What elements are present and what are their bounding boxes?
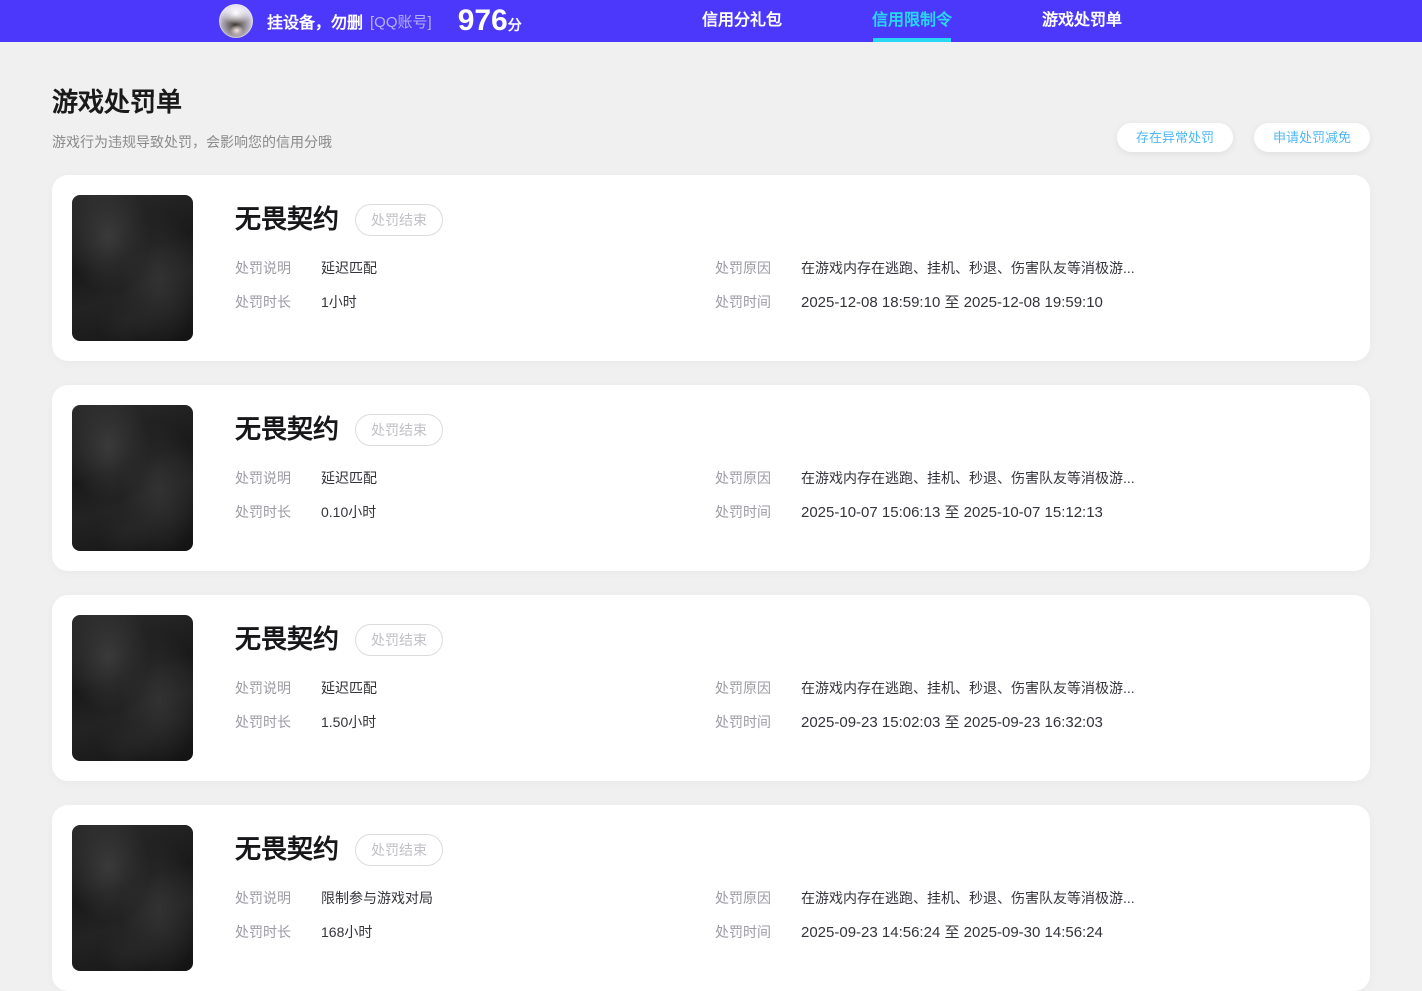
field-reason-value: 在游戏内存在逃跑、挂机、秒退、伤害队友等消极游... (801, 889, 1135, 908)
field-reason: 处罚原因 在游戏内存在逃跑、挂机、秒退、伤害队友等消极游... (715, 469, 1350, 488)
field-reason-label: 处罚原因 (715, 679, 801, 698)
field-time-value: 2025-09-23 14:56:24 至 2025-09-30 14:56:2… (801, 923, 1103, 942)
field-reason-label: 处罚原因 (715, 259, 801, 278)
status-badge: 处罚结束 (355, 414, 443, 446)
field-reason-value: 在游戏内存在逃跑、挂机、秒退、伤害队友等消极游... (801, 679, 1135, 698)
top-header: 挂设备，勿删 [QQ账号] 976分 信用分礼包 信用限制令 游戏处罚单 (0, 0, 1422, 42)
field-reason: 处罚原因 在游戏内存在逃跑、挂机、秒退、伤害队友等消极游... (715, 679, 1350, 698)
field-reason-label: 处罚原因 (715, 889, 801, 908)
card-title-row: 无畏契约 处罚结束 (235, 834, 1350, 866)
card-body: 无畏契约 处罚结束 处罚说明 延迟匹配 处罚原因 在游戏内存在逃跑、挂机、秒退、… (193, 195, 1350, 341)
tab-credit-gift[interactable]: 信用分礼包 (657, 0, 827, 42)
punishment-card: 无畏契约 处罚结束 处罚说明 限制参与游戏对局 处罚原因 在游戏内存在逃跑、挂机… (52, 805, 1370, 991)
field-duration: 处罚时长 1小时 (235, 293, 715, 312)
header-nav: 信用分礼包 信用限制令 游戏处罚单 (657, 0, 1167, 42)
tab-credit-restriction[interactable]: 信用限制令 (827, 0, 997, 42)
game-thumbnail (72, 825, 193, 971)
field-time-value: 2025-10-07 15:06:13 至 2025-10-07 15:12:1… (801, 503, 1103, 522)
page-title: 游戏处罚单 (52, 82, 1370, 119)
field-desc-value: 延迟匹配 (321, 469, 377, 488)
game-name: 无畏契约 (235, 204, 339, 235)
field-time-value: 2025-12-08 18:59:10 至 2025-12-08 19:59:1… (801, 293, 1103, 312)
game-name: 无畏契约 (235, 834, 339, 865)
field-reason-label: 处罚原因 (715, 469, 801, 488)
card-title-row: 无畏契约 处罚结束 (235, 414, 1350, 446)
field-desc: 处罚说明 限制参与游戏对局 (235, 889, 715, 908)
status-badge: 处罚结束 (355, 834, 443, 866)
field-reason: 处罚原因 在游戏内存在逃跑、挂机、秒退、伤害队友等消极游... (715, 259, 1350, 278)
field-duration: 处罚时长 1.50小时 (235, 713, 715, 732)
user-name: 挂设备，勿删 (267, 9, 363, 33)
card-fields: 处罚说明 延迟匹配 处罚原因 在游戏内存在逃跑、挂机、秒退、伤害队友等消极游..… (235, 679, 1350, 732)
card-fields: 处罚说明 限制参与游戏对局 处罚原因 在游戏内存在逃跑、挂机、秒退、伤害队友等消… (235, 889, 1350, 942)
card-title-row: 无畏契约 处罚结束 (235, 204, 1350, 236)
field-time: 处罚时间 2025-10-07 15:06:13 至 2025-10-07 15… (715, 503, 1350, 522)
field-desc-label: 处罚说明 (235, 469, 321, 488)
field-desc: 处罚说明 延迟匹配 (235, 259, 715, 278)
field-duration-label: 处罚时长 (235, 923, 321, 942)
card-title-row: 无畏契约 处罚结束 (235, 624, 1350, 656)
field-duration-label: 处罚时长 (235, 713, 321, 732)
field-desc: 处罚说明 延迟匹配 (235, 469, 715, 488)
account-type-label: [QQ账号] (370, 11, 432, 32)
field-reason-value: 在游戏内存在逃跑、挂机、秒退、伤害队友等消极游... (801, 469, 1135, 488)
game-name: 无畏契约 (235, 624, 339, 655)
field-desc: 处罚说明 延迟匹配 (235, 679, 715, 698)
field-time: 处罚时间 2025-12-08 18:59:10 至 2025-12-08 19… (715, 293, 1350, 312)
field-reason: 处罚原因 在游戏内存在逃跑、挂机、秒退、伤害队友等消极游... (715, 889, 1350, 908)
card-fields: 处罚说明 延迟匹配 处罚原因 在游戏内存在逃跑、挂机、秒退、伤害队友等消极游..… (235, 469, 1350, 522)
game-thumbnail (72, 195, 193, 341)
field-desc-value: 限制参与游戏对局 (321, 889, 433, 908)
field-duration: 处罚时长 168小时 (235, 923, 715, 942)
field-duration: 处罚时长 0.10小时 (235, 503, 715, 522)
card-body: 无畏契约 处罚结束 处罚说明 延迟匹配 处罚原因 在游戏内存在逃跑、挂机、秒退、… (193, 615, 1350, 761)
status-badge: 处罚结束 (355, 204, 443, 236)
main-content: 游戏处罚单 游戏行为违规导致处罚，会影响您的信用分哦 存在异常处罚 申请处罚减免… (0, 42, 1422, 991)
field-reason-value: 在游戏内存在逃跑、挂机、秒退、伤害队友等消极游... (801, 259, 1135, 278)
game-name: 无畏契约 (235, 414, 339, 445)
card-body: 无畏契约 处罚结束 处罚说明 限制参与游戏对局 处罚原因 在游戏内存在逃跑、挂机… (193, 825, 1350, 971)
punishment-card-list: 无畏契约 处罚结束 处罚说明 延迟匹配 处罚原因 在游戏内存在逃跑、挂机、秒退、… (52, 175, 1370, 991)
field-duration-value: 1小时 (321, 293, 357, 312)
status-badge: 处罚结束 (355, 624, 443, 656)
field-duration-value: 0.10小时 (321, 503, 376, 522)
field-duration-value: 1.50小时 (321, 713, 376, 732)
field-time-value: 2025-09-23 15:02:03 至 2025-09-23 16:32:0… (801, 713, 1103, 732)
page-actions: 存在异常处罚 申请处罚减免 (1117, 123, 1370, 152)
tab-game-punishment[interactable]: 游戏处罚单 (997, 0, 1167, 42)
game-thumbnail (72, 405, 193, 551)
abnormal-punishment-button[interactable]: 存在异常处罚 (1117, 123, 1233, 152)
field-time-label: 处罚时间 (715, 923, 801, 942)
page-head: 游戏处罚单 游戏行为违规导致处罚，会影响您的信用分哦 存在异常处罚 申请处罚减免 (52, 42, 1370, 152)
field-time-label: 处罚时间 (715, 293, 801, 312)
field-desc-value: 延迟匹配 (321, 679, 377, 698)
card-body: 无畏契约 处罚结束 处罚说明 延迟匹配 处罚原因 在游戏内存在逃跑、挂机、秒退、… (193, 405, 1350, 551)
user-avatar[interactable] (219, 4, 253, 38)
game-thumbnail (72, 615, 193, 761)
field-time-label: 处罚时间 (715, 713, 801, 732)
field-duration-label: 处罚时长 (235, 293, 321, 312)
field-time: 处罚时间 2025-09-23 14:56:24 至 2025-09-30 14… (715, 923, 1350, 942)
punishment-card: 无畏契约 处罚结束 处罚说明 延迟匹配 处罚原因 在游戏内存在逃跑、挂机、秒退、… (52, 385, 1370, 571)
field-desc-label: 处罚说明 (235, 889, 321, 908)
credit-score-value: 976 (458, 4, 508, 37)
punishment-card: 无畏契约 处罚结束 处罚说明 延迟匹配 处罚原因 在游戏内存在逃跑、挂机、秒退、… (52, 595, 1370, 781)
field-duration-value: 168小时 (321, 923, 372, 942)
punishment-card: 无畏契约 处罚结束 处罚说明 延迟匹配 处罚原因 在游戏内存在逃跑、挂机、秒退、… (52, 175, 1370, 361)
field-duration-label: 处罚时长 (235, 503, 321, 522)
credit-score: 976分 (458, 6, 522, 36)
field-desc-label: 处罚说明 (235, 259, 321, 278)
apply-reduction-button[interactable]: 申请处罚减免 (1254, 123, 1370, 152)
field-time-label: 处罚时间 (715, 503, 801, 522)
card-fields: 处罚说明 延迟匹配 处罚原因 在游戏内存在逃跑、挂机、秒退、伤害队友等消极游..… (235, 259, 1350, 312)
field-desc-value: 延迟匹配 (321, 259, 377, 278)
field-time: 处罚时间 2025-09-23 15:02:03 至 2025-09-23 16… (715, 713, 1350, 732)
field-desc-label: 处罚说明 (235, 679, 321, 698)
credit-score-unit: 分 (508, 17, 522, 33)
